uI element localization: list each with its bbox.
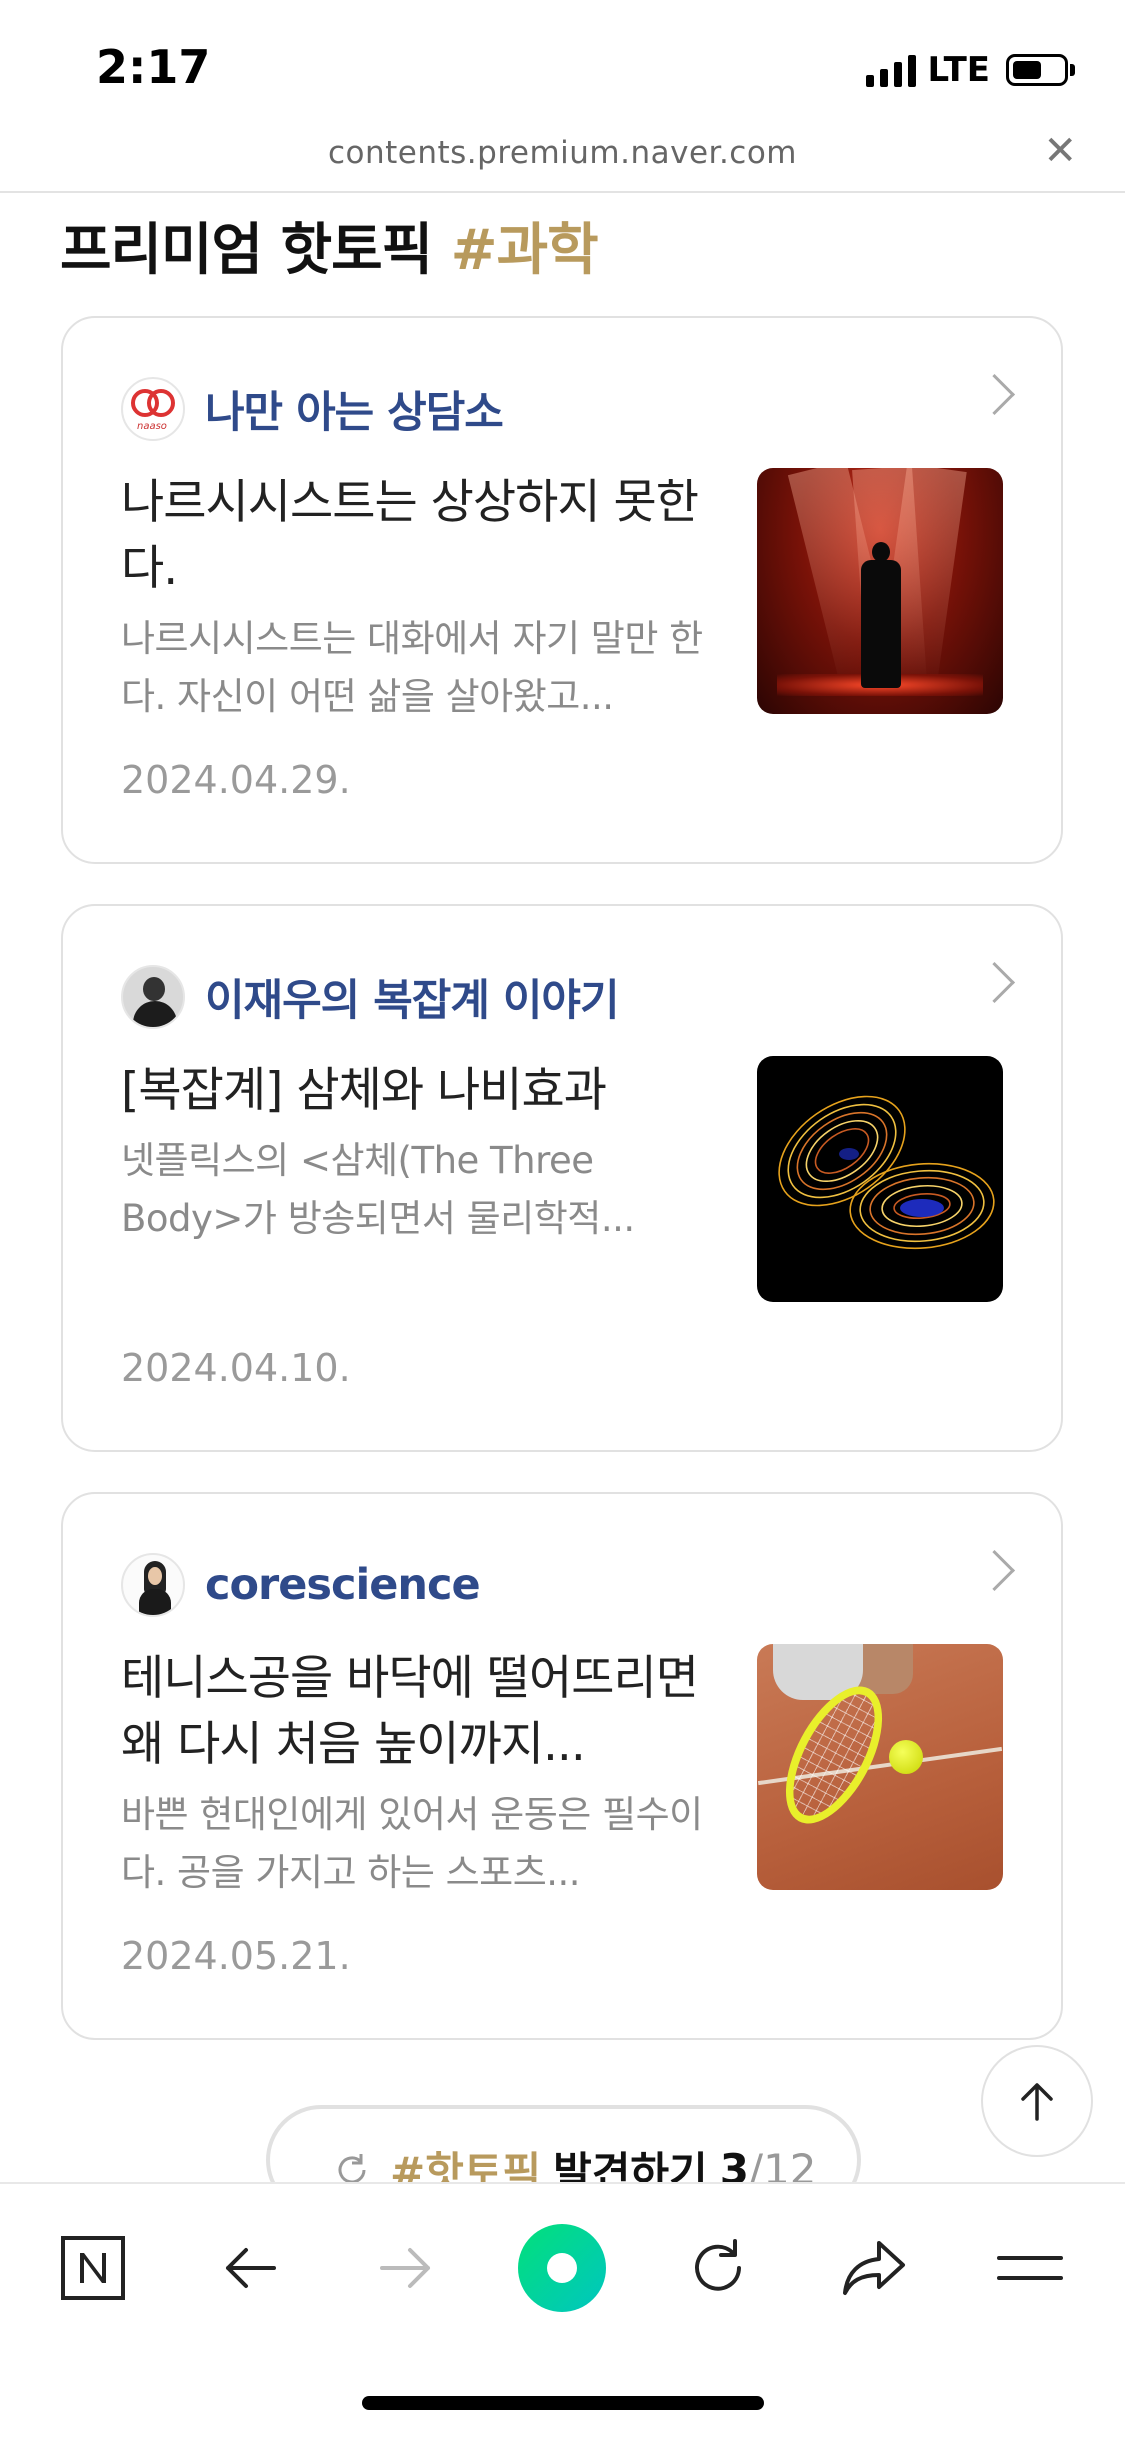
url-bar[interactable]: contents.premium.naver.com ✕	[0, 131, 1125, 193]
chevron-right-icon[interactable]	[973, 1549, 1016, 1592]
home-indicator	[362, 2396, 764, 2410]
article-title[interactable]: [복잡계] 삼체와 나비효과	[121, 1058, 721, 1124]
article-date: 2024.05.21.	[121, 1934, 351, 1978]
article-card[interactable]: naaso 나만 아는 상담소 나르시시스트는 상상하지 못한다. 나르시시스트…	[61, 316, 1063, 864]
section-title: 프리미엄 핫토픽 #과학	[60, 205, 599, 286]
chevron-right-icon[interactable]	[973, 373, 1016, 416]
green-dot-icon[interactable]	[512, 2218, 612, 2318]
section-title-text: 프리미엄 핫토픽	[60, 218, 433, 283]
arrow-up-icon	[1021, 2083, 1053, 2121]
back-arrow-icon[interactable]	[200, 2218, 300, 2318]
article-description: 나르시시스트는 대화에서 자기 말만 한다. 자신이 어떤 삶을 살아왔고...	[121, 617, 703, 718]
article-thumbnail[interactable]	[757, 468, 1003, 714]
article-card[interactable]: 이재우의 복잡계 이야기 [복잡계] 삼체와 나비효과 넷플릭스의 <삼체(Th…	[61, 904, 1063, 1452]
article-date: 2024.04.10.	[121, 1346, 351, 1390]
naver-home-icon[interactable]	[43, 2218, 143, 2318]
author-name[interactable]: 이재우의 복잡계 이야기	[205, 966, 620, 1028]
card-author-row[interactable]: corescience	[121, 1552, 481, 1618]
article-title[interactable]: 테니스공을 바닥에 떨어뜨리면 왜 다시 처음 높이까지...	[121, 1646, 721, 1778]
network-label: LTE	[927, 50, 990, 90]
article-thumbnail[interactable]	[757, 1056, 1003, 1302]
author-name[interactable]: 나만 아는 상담소	[205, 378, 504, 440]
article-thumbnail[interactable]	[757, 1644, 1003, 1890]
menu-icon[interactable]	[980, 2218, 1080, 2318]
avatar	[121, 1553, 185, 1617]
reload-icon[interactable]	[668, 2218, 768, 2318]
author-name[interactable]: corescience	[205, 1560, 481, 1610]
share-icon[interactable]	[824, 2218, 924, 2318]
avatar: naaso	[121, 377, 185, 441]
chevron-right-icon[interactable]	[973, 961, 1016, 1004]
status-time: 2:17	[96, 40, 211, 94]
article-description: 바쁜 현대인에게 있어서 운동은 필수이다. 공을 가지고 하는 스포츠...	[121, 1793, 703, 1894]
section-tag[interactable]: #과학	[451, 218, 599, 283]
url-text: contents.premium.naver.com	[327, 135, 798, 171]
article-card[interactable]: corescience 테니스공을 바닥에 떨어뜨리면 왜 다시 처음 높이까지…	[61, 1492, 1063, 2040]
avatar	[121, 965, 185, 1029]
scroll-top-button[interactable]	[981, 2045, 1093, 2157]
card-author-row[interactable]: naaso 나만 아는 상담소	[121, 376, 504, 442]
article-description: 넷플릭스의 <삼체(The Three Body>가 방송되면서 물리학적...	[121, 1139, 635, 1240]
article-date: 2024.04.29.	[121, 758, 351, 802]
signal-icon	[865, 53, 916, 87]
status-indicators: LTE	[865, 50, 1075, 90]
article-title[interactable]: 나르시시스트는 상상하지 못한다.	[121, 470, 721, 602]
forward-arrow-icon[interactable]	[356, 2218, 456, 2318]
battery-icon	[1006, 54, 1068, 86]
close-icon[interactable]: ✕	[1043, 131, 1077, 171]
card-author-row[interactable]: 이재우의 복잡계 이야기	[121, 964, 620, 1030]
status-bar: 2:17 LTE	[0, 0, 1125, 135]
